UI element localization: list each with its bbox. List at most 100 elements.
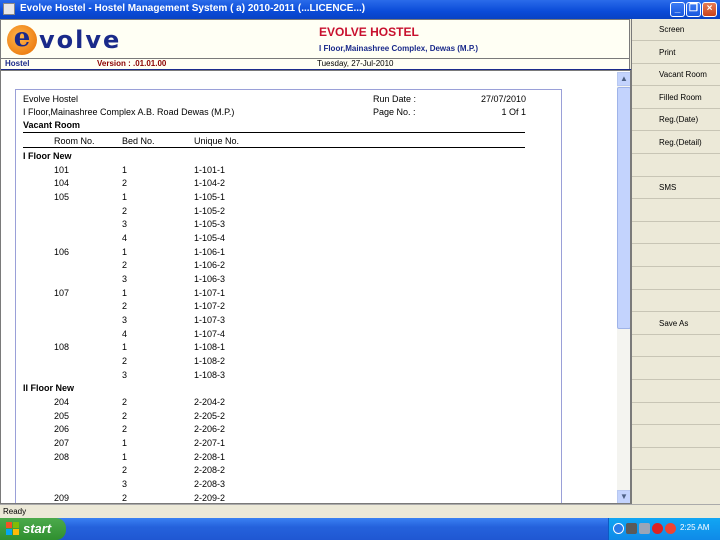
side-button-empty-19[interactable] [632,448,720,471]
row-bed-cell: 3 [122,273,128,284]
scroll-down-button[interactable]: ▼ [617,490,630,503]
column-header-unique: Unique No. [194,136,240,146]
network-icon[interactable] [613,523,624,534]
page-no-value: 1 Of 1 [501,107,526,117]
row-room-cell: 106 [54,246,70,257]
page-no-label: Page No. : [373,107,416,117]
info-bar: Hostel Version : .01.01.00 Tuesday, 27-J… [0,59,631,70]
system-tray: 2:25 AM [608,518,720,540]
report-viewer[interactable]: Evolve Hostel I Floor,Mainashree Complex… [0,70,631,504]
row-bed-cell: 1 [122,342,128,353]
row-unique-cell: 1-107-3 [194,314,226,325]
row-bed-cell: 2 [122,355,128,366]
run-date-value: 27/07/2010 [480,94,526,104]
logo-e-circle: e [7,25,37,55]
row-bed-cell: 1 [122,437,128,448]
side-button-sms[interactable]: SMS [632,177,720,200]
side-button-label: Vacant Room [659,70,707,80]
scroll-thumb[interactable] [617,87,630,329]
side-button-empty-16[interactable] [632,380,720,403]
row-bed-cell: 2 [122,301,128,312]
side-button-empty-15[interactable] [632,358,720,380]
row-room-cell: 209 [54,492,70,503]
side-button-empty-9[interactable] [632,222,720,245]
row-bed-cell: 1 [122,246,128,257]
row-unique-cell: 2-207-1 [194,437,226,448]
speaker-icon[interactable] [639,523,650,534]
status-bar: Ready [0,504,720,518]
row-bed-cell: 1 [122,191,128,202]
row-unique-cell: 2-208-3 [194,478,226,489]
side-button-screen[interactable]: Screen [632,19,720,41]
side-button-empty-8[interactable] [632,199,720,222]
row-bed-cell: 2 [122,410,128,421]
row-unique-cell: 1-107-2 [194,301,226,312]
start-button[interactable]: start [0,518,66,540]
row-bed-cell: 3 [122,369,128,380]
side-button-empty-6[interactable] [632,154,720,177]
column-header-bed: Bed No. [122,136,155,146]
side-button-empty-14[interactable] [632,335,720,358]
side-button-empty-18[interactable] [632,425,720,448]
side-button-empty-10[interactable] [632,245,720,267]
row-unique-cell: 1-106-1 [194,246,226,257]
row-bed-cell: 3 [122,219,128,230]
row-room-cell: 208 [54,451,70,462]
row-room-cell: 101 [54,164,70,175]
row-unique-cell: 1-104-2 [194,178,226,189]
monitor-icon[interactable] [626,523,637,534]
row-room-cell: 205 [54,410,70,421]
side-button-vacant-room[interactable]: Vacant Room [632,64,720,87]
side-button-empty-11[interactable] [632,267,720,290]
row-unique-cell: 1-101-1 [194,164,226,175]
row-unique-cell: 1-107-1 [194,287,226,298]
side-button-label: Reg.(Detail) [659,138,702,147]
row-bed-cell: 2 [122,205,128,216]
side-button-empty-17[interactable] [632,403,720,426]
window-titlebar[interactable]: Evolve Hostel - Hostel Management System… [0,0,720,19]
side-button-label: Screen [659,25,685,34]
side-button-print[interactable]: Print [632,41,720,64]
side-button-reg-date[interactable]: Reg.(Date) [632,109,720,132]
row-bed-cell: 4 [122,232,128,243]
side-button-reg-detail[interactable]: Reg.(Detail) [632,132,720,154]
status-text: Ready [3,507,27,516]
row-room-cell: 206 [54,424,70,435]
action-panel: Screen Print Vacant Room Filled Room Reg.(Da… [631,19,720,504]
windows-flag-icon [6,522,19,535]
row-bed-cell: 1 [122,287,128,298]
module-name: Hostel [5,59,30,68]
row-unique-cell: 2-208-2 [194,465,226,476]
row-bed-cell: 4 [122,328,128,339]
restore-button[interactable]: ❐ [686,2,701,17]
row-bed-cell: 2 [122,424,128,435]
floor-group-label: II Floor New [23,383,75,394]
close-button[interactable]: × [702,2,717,17]
row-room-cell: 207 [54,437,70,448]
system-clock: 2:25 AM [680,523,710,532]
column-header-room: Room No. [54,136,95,146]
minimize-button[interactable]: _ [670,2,685,17]
report-title: Vacant Room [23,120,81,130]
side-button-empty-12[interactable] [632,290,720,313]
taskbar: start 2:25 AM [0,518,720,540]
vertical-scrollbar[interactable]: ▲ ▼ [617,72,630,503]
report-page: Evolve Hostel I Floor,Mainashree Complex… [15,89,562,503]
row-unique-cell: 2-204-2 [194,396,226,407]
row-unique-cell: 1-105-1 [194,191,226,202]
row-room-cell: 105 [54,191,70,202]
row-room-cell: 204 [54,396,70,407]
run-date-label: Run Date : [373,94,417,104]
row-unique-cell: 1-106-3 [194,273,226,284]
row-unique-cell: 1-105-2 [194,205,226,216]
side-button-label: Save As [659,318,689,328]
row-bed-cell: 1 [122,451,128,462]
side-button-filled-room[interactable]: Filled Room [632,86,720,109]
security-shield-icon[interactable] [652,523,663,534]
antivirus-icon[interactable] [665,523,676,534]
scroll-up-button[interactable]: ▲ [617,72,630,86]
side-button-save-as[interactable]: Save As [632,312,720,335]
logo-text: volve [39,26,122,54]
row-bed-cell: 2 [122,396,128,407]
row-unique-cell: 2-205-2 [194,410,226,421]
